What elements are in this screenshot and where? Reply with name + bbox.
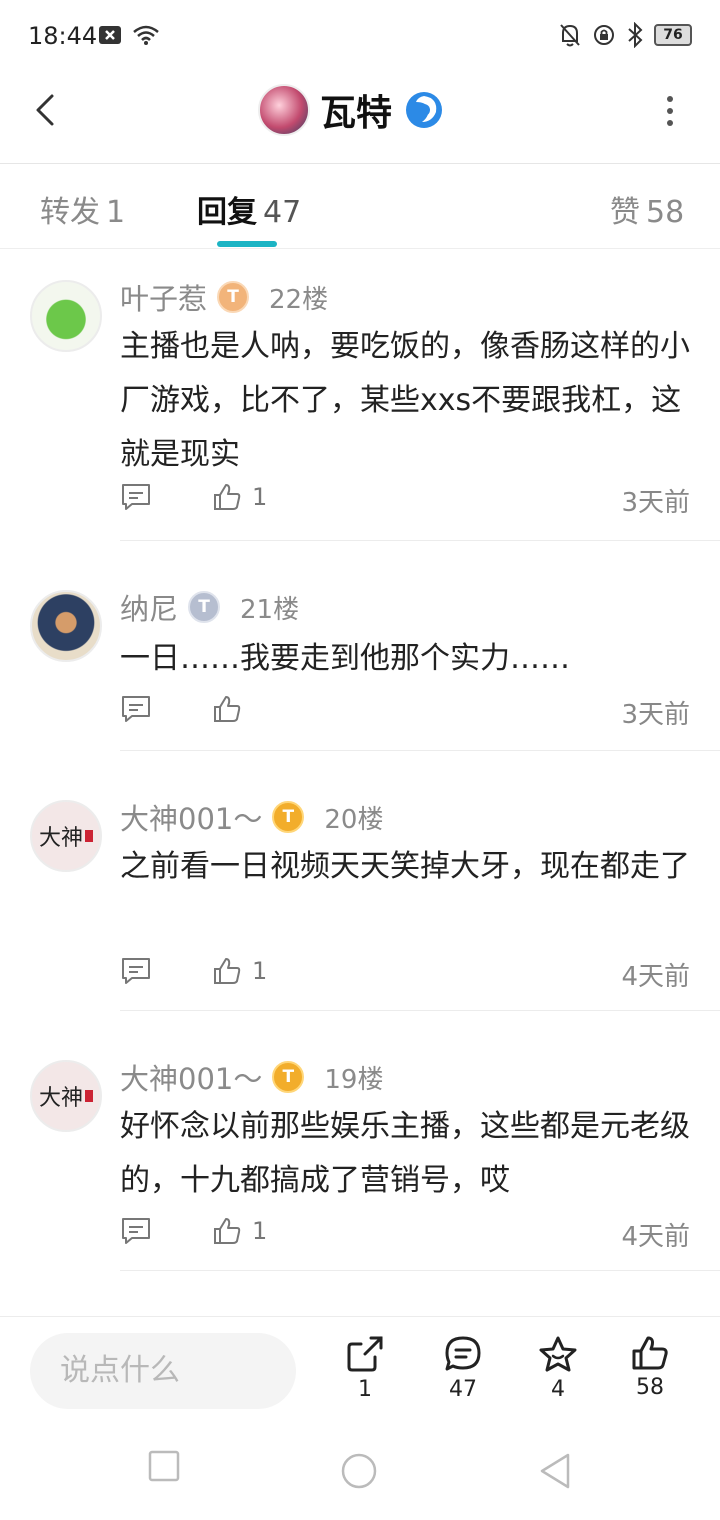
- avatar[interactable]: 大神: [30, 1060, 102, 1132]
- comment-actions: 1 4天前: [120, 1216, 690, 1256]
- bottom-action-bar: 1 47 4 58: [0, 1316, 720, 1420]
- like-count: 1: [252, 1217, 268, 1245]
- comment-header: 大神001～ T 20楼: [120, 796, 383, 838]
- bluetooth-icon: [628, 22, 643, 48]
- like-button[interactable]: 1: [212, 482, 267, 512]
- like-count: 1: [252, 483, 268, 511]
- username[interactable]: 叶子惹: [120, 276, 207, 318]
- floor-number: 22楼: [269, 284, 329, 315]
- floor-number: 20楼: [324, 804, 384, 835]
- comment-text: 一日……我要走到他那个实力……: [120, 641, 570, 676]
- status-right-icons: 76: [558, 22, 692, 48]
- level-medal-icon: T: [188, 591, 221, 623]
- share-button[interactable]: 1: [330, 1335, 400, 1415]
- like-button[interactable]: 1: [212, 1216, 267, 1246]
- comment-header: 大神001～ T 19楼: [120, 1056, 383, 1098]
- recents-square-icon[interactable]: [148, 1450, 180, 1482]
- comment-text: 之前看一日视频天天笑掉大牙，现在都走了: [120, 849, 690, 884]
- tab-label: 回复: [197, 195, 257, 230]
- timestamp: 4天前: [621, 962, 690, 992]
- username[interactable]: 大神001～: [120, 1056, 262, 1098]
- close-box-icon: [99, 26, 121, 44]
- thumbs-up-icon: [214, 1218, 241, 1244]
- timestamp: 3天前: [621, 700, 690, 730]
- floor-number: 19楼: [324, 1064, 384, 1095]
- tab-like[interactable]: 赞 58: [610, 187, 684, 231]
- thumbs-up-icon: [632, 1336, 668, 1370]
- like-button[interactable]: 1: [212, 956, 267, 986]
- avatar[interactable]: 大神: [30, 800, 102, 872]
- timestamp: 3天前: [621, 488, 690, 518]
- game-logo: [258, 84, 310, 136]
- bell-off-icon: [560, 24, 580, 47]
- floor-number: 21楼: [240, 594, 300, 625]
- thumbs-up-icon: [214, 958, 241, 984]
- username[interactable]: 大神001～: [120, 796, 262, 838]
- home-circle-icon[interactable]: [340, 1452, 378, 1490]
- share-icon: [347, 1336, 383, 1372]
- tab-bar: 转发 1 回复 47 赞 58: [0, 165, 720, 249]
- divider: [120, 1270, 720, 1271]
- comment-header: 纳尼 T 21楼: [120, 586, 299, 628]
- comment-button[interactable]: 47: [428, 1335, 498, 1415]
- comment-text: 主播也是人呐，要吃饭的，像香肠这样的小厂游戏，比不了，某些xxs不要跟我杠，这就…: [120, 329, 690, 472]
- reply-icon[interactable]: [120, 956, 152, 986]
- tab-label: 赞: [610, 195, 640, 230]
- like-count: 1: [252, 957, 268, 985]
- tab-count: 58: [646, 195, 685, 230]
- comment-actions: 1 4天前: [120, 956, 690, 996]
- username[interactable]: 纳尼: [120, 586, 178, 628]
- avatar[interactable]: [30, 590, 102, 662]
- favorite-button[interactable]: 4: [523, 1335, 593, 1415]
- comment-actions: 1 3天前: [120, 482, 690, 522]
- tab-forward[interactable]: 转发 1: [40, 187, 125, 231]
- rotation-lock-icon: [594, 25, 614, 45]
- wifi-icon: [133, 25, 159, 45]
- comment-actions: 3天前: [120, 694, 690, 734]
- divider: [120, 1010, 720, 1011]
- thumbs-up-icon: [214, 484, 241, 510]
- header: 瓦特: [0, 74, 720, 164]
- timestamp: 4天前: [621, 1222, 690, 1252]
- reply-count: 47: [449, 1377, 477, 1402]
- reply-icon[interactable]: [120, 482, 152, 512]
- tab-indicator: [217, 241, 277, 247]
- like-button[interactable]: [212, 694, 252, 724]
- divider: [120, 750, 720, 751]
- status-left-icons: [98, 24, 160, 46]
- star-icon: [539, 1336, 577, 1372]
- share-count: 1: [358, 1377, 372, 1402]
- comment-header: 叶子惹 T 22楼: [120, 276, 328, 318]
- comment-input[interactable]: [30, 1333, 296, 1409]
- tab-count: 47: [263, 195, 302, 230]
- tab-count: 1: [106, 195, 126, 230]
- thumbs-up-icon: [214, 696, 241, 722]
- battery-icon: 76: [654, 24, 692, 46]
- favorite-count: 4: [551, 1377, 565, 1402]
- like-count: 58: [636, 1375, 664, 1400]
- comment-bubble-icon: [445, 1336, 481, 1371]
- divider: [120, 540, 720, 541]
- header-center[interactable]: 瓦特: [258, 84, 446, 136]
- level-medal-icon: T: [217, 281, 250, 313]
- like-post-button[interactable]: 58: [615, 1335, 685, 1415]
- verified-swirl-icon: [406, 92, 443, 128]
- more-vertical-icon: [667, 96, 673, 102]
- level-medal-icon: T: [272, 801, 305, 833]
- page-title: 瓦特: [320, 93, 393, 134]
- avatar[interactable]: [30, 280, 102, 352]
- comment-text: 好怀念以前那些娱乐主播，这些都是元老级的，十九都搞成了营销号，哎: [120, 1109, 690, 1198]
- more-menu-button[interactable]: [664, 96, 676, 126]
- level-medal-icon: T: [272, 1061, 305, 1093]
- status-time: 18:44: [28, 22, 98, 50]
- system-nav-bar: [0, 1420, 720, 1520]
- tab-label: 转发: [40, 195, 100, 230]
- reply-icon[interactable]: [120, 1216, 152, 1246]
- back-arrow-icon[interactable]: [28, 92, 64, 128]
- back-triangle-icon[interactable]: [538, 1452, 572, 1490]
- reply-icon[interactable]: [120, 694, 152, 724]
- status-bar: 18:44 76: [0, 0, 720, 74]
- tab-reply[interactable]: 回复 47: [197, 187, 301, 231]
